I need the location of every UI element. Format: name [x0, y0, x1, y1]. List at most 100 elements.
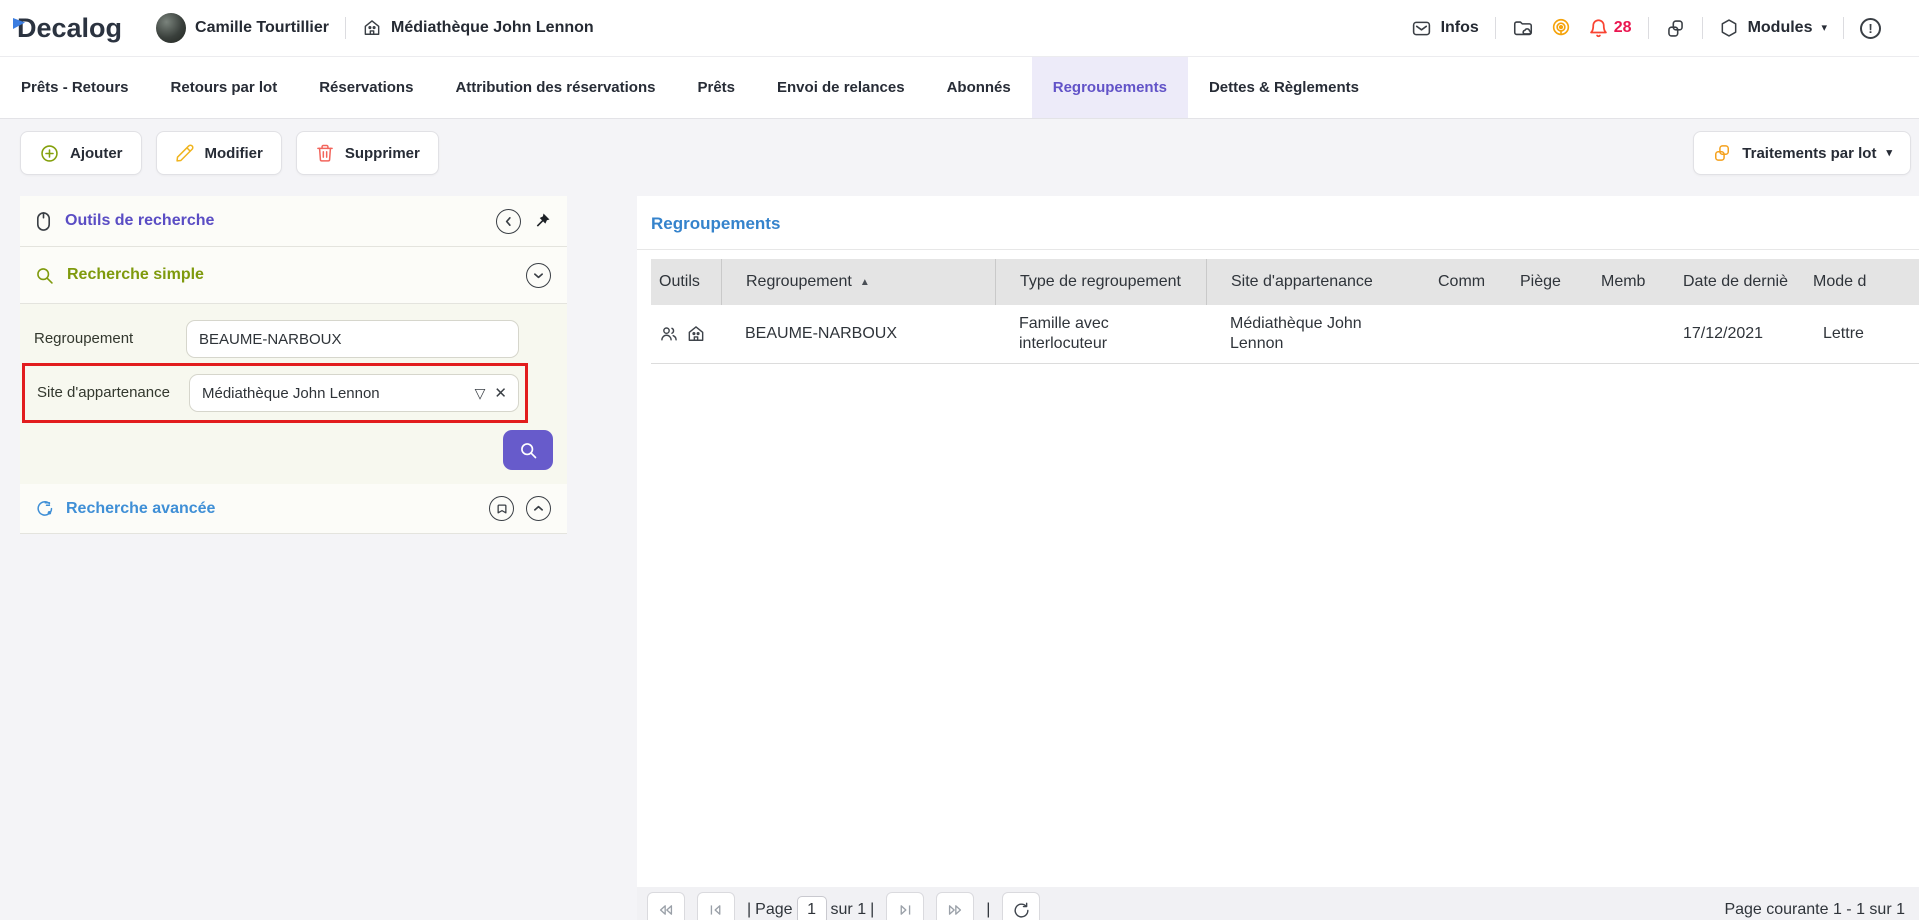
batch-processing-button[interactable]: Traitements par lot ▾: [1693, 131, 1911, 175]
table-row[interactable]: BEAUME-NARBOUX Famille avec interlocuteu…: [651, 305, 1919, 364]
delete-button[interactable]: Supprimer: [296, 131, 439, 175]
tab-prets[interactable]: Prêts: [676, 57, 756, 118]
simple-search-header: Recherche simple: [20, 247, 567, 304]
page-number-input[interactable]: [797, 896, 827, 920]
actions-toolbar: Ajouter Modifier Supprimer Traitements p…: [20, 131, 1911, 175]
modules-hexagon-icon: [1719, 18, 1739, 38]
delete-button-label: Supprimer: [345, 145, 420, 162]
logo-flag-icon: [12, 17, 27, 35]
row-site-cell: Médiathèque John Lennon: [1206, 314, 1414, 354]
dropdown-triangle-icon[interactable]: ▽: [475, 385, 486, 402]
batch-chain-icon: [1712, 143, 1732, 163]
trash-icon: [315, 143, 335, 163]
add-button[interactable]: Ajouter: [20, 131, 142, 175]
envelope-icon: [1411, 18, 1432, 39]
pin-icon[interactable]: [533, 212, 551, 230]
column-header-membres[interactable]: Memb: [1577, 259, 1659, 305]
column-header-commentaire[interactable]: Comm: [1414, 259, 1496, 305]
notifications-button[interactable]: 28: [1588, 18, 1632, 39]
collapse-simple-search-button[interactable]: [526, 263, 551, 288]
last-page-button[interactable]: [886, 892, 924, 920]
tab-attribution-reservations[interactable]: Attribution des réservations: [434, 57, 676, 118]
decalog-logo: Decalog: [15, 13, 122, 44]
page-label: Page: [755, 901, 792, 919]
tab-abonnes[interactable]: Abonnés: [926, 57, 1032, 118]
column-header-date[interactable]: Date de derniè: [1659, 259, 1799, 305]
page-total-label: sur 1: [831, 901, 867, 919]
regroupements-table: Outils Regroupement ▲ Type de regroupeme…: [651, 259, 1919, 364]
page-title: Regroupements: [651, 214, 1919, 234]
site-input-icons: ▽ ✕: [475, 374, 507, 412]
divider: [637, 249, 1919, 250]
advanced-search-header: Recherche avancée: [20, 484, 567, 534]
clear-field-icon[interactable]: ✕: [494, 384, 507, 402]
row-tools-cell: [651, 324, 721, 344]
column-header-type[interactable]: Type de regroupement: [995, 259, 1206, 305]
logo-text: Decalog: [17, 13, 122, 43]
modules-menu-button[interactable]: Modules ▾: [1719, 18, 1827, 38]
site-house-icon[interactable]: [686, 324, 706, 344]
search-tools-title: Outils de recherche: [65, 212, 214, 230]
refresh-button[interactable]: [1002, 892, 1040, 920]
link-chain-icon[interactable]: [1665, 18, 1686, 39]
tab-dettes-reglements[interactable]: Dettes & Règlements: [1188, 57, 1380, 118]
edit-button[interactable]: Modifier: [156, 131, 282, 175]
separator: [1843, 17, 1844, 39]
tab-prets-retours[interactable]: Prêts - Retours: [0, 57, 150, 118]
help-info-icon[interactable]: !: [1860, 18, 1881, 39]
search-submit-button[interactable]: [503, 430, 553, 470]
notification-count-badge: 28: [1614, 19, 1632, 37]
site-name: Médiathèque John Lennon: [391, 19, 594, 37]
site-field-row: Site d'appartenance ▽ ✕: [37, 374, 519, 412]
simple-search-title: Recherche simple: [67, 266, 204, 284]
fast-forward-pages-button[interactable]: [936, 892, 974, 920]
row-type-cell: Famille avec interlocuteur: [995, 314, 1206, 354]
pen-icon: [175, 143, 195, 163]
table-header-row: Outils Regroupement ▲ Type de regroupeme…: [651, 259, 1919, 305]
tab-envoi-relances[interactable]: Envoi de relances: [756, 57, 926, 118]
site-label: Site d'appartenance: [37, 383, 189, 403]
annotation-highlight: Site d'appartenance ▽ ✕: [22, 363, 528, 423]
sort-asc-icon: ▲: [860, 277, 870, 288]
column-header-piege[interactable]: Piège: [1496, 259, 1577, 305]
user-name: Camille Tourtillier: [195, 19, 329, 37]
tab-reservations[interactable]: Réservations: [298, 57, 434, 118]
advanced-search-title: Recherche avancée: [66, 500, 215, 518]
chevron-down-icon: ▾: [1886, 148, 1892, 159]
site-chip: Médiathèque John Lennon: [362, 18, 594, 38]
column-header-regroupement[interactable]: Regroupement ▲: [721, 259, 995, 305]
add-button-label: Ajouter: [70, 145, 123, 162]
search-submit-row: [34, 430, 553, 470]
history-arrow-icon: [34, 499, 54, 519]
regroupement-input[interactable]: [186, 320, 519, 358]
row-date-cell: 17/12/2021: [1659, 325, 1799, 343]
collapse-advanced-search-button[interactable]: [526, 496, 551, 521]
rewind-pages-button[interactable]: [647, 892, 685, 920]
tab-retours-par-lot[interactable]: Retours par lot: [150, 57, 299, 118]
separator: [345, 17, 346, 39]
column-header-label: Regroupement: [746, 273, 852, 291]
separator-glyph: |: [870, 901, 874, 919]
row-mode-cell: Lettre: [1799, 325, 1919, 343]
search-tools-header: Outils de recherche: [20, 196, 567, 247]
broadcast-icon[interactable]: [1550, 17, 1572, 39]
infos-button[interactable]: Infos: [1411, 18, 1479, 39]
bookmark-search-button[interactable]: [489, 496, 514, 521]
collapse-panel-button[interactable]: [496, 209, 521, 234]
tab-regroupements[interactable]: Regroupements: [1032, 57, 1188, 118]
modules-label: Modules: [1748, 19, 1813, 37]
separator: [1648, 17, 1649, 39]
column-header-outils[interactable]: Outils: [651, 259, 721, 305]
regroupements-panel: Regroupements Outils Regroupement ▲ Type…: [637, 196, 1919, 920]
page-indicator: | Page sur 1 |: [747, 892, 874, 920]
first-page-button[interactable]: [697, 892, 735, 920]
top-bar: Decalog Camille Tourtillier Médiathèque …: [0, 0, 1919, 57]
search-icon: [34, 265, 55, 286]
separator-glyph: |: [986, 892, 990, 920]
user-chip[interactable]: Camille Tourtillier: [156, 13, 329, 43]
site-input[interactable]: [189, 374, 519, 412]
column-header-mode[interactable]: Mode d: [1799, 259, 1919, 305]
column-header-site[interactable]: Site d'appartenance: [1206, 259, 1414, 305]
folder-cloud-icon[interactable]: [1512, 17, 1534, 39]
members-users-icon[interactable]: [659, 324, 679, 344]
